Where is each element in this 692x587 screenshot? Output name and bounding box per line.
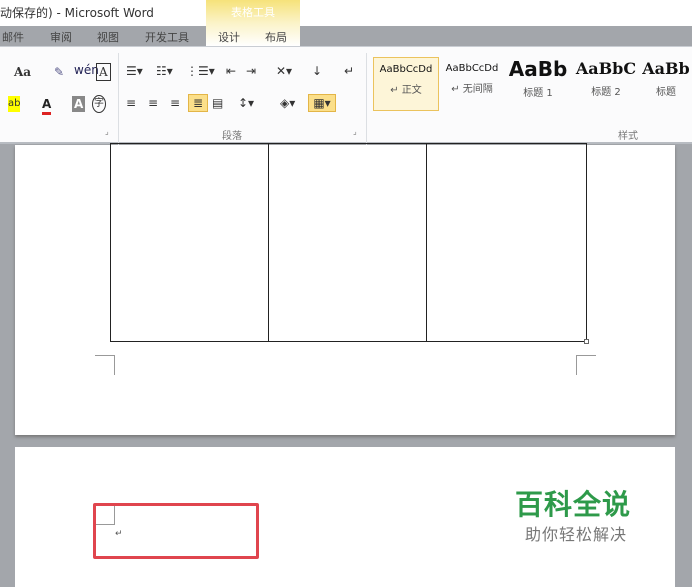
ribbon-tabs: 邮件 审阅 视图 开发工具 设计 布局 [0, 26, 692, 46]
highlight-button[interactable]: ab [8, 96, 21, 112]
justify-icon[interactable]: ≣ [188, 94, 208, 112]
enclose-characters-button[interactable]: 字 [92, 95, 106, 113]
window-title: 动保存的) - Microsoft Word [0, 6, 154, 20]
styles-group-label: 样式 [618, 131, 638, 142]
highlight-annotation-box [93, 503, 259, 559]
clear-format-icon[interactable]: ✎ [54, 64, 64, 80]
shading-icon[interactable]: ◈▾ [280, 95, 295, 111]
align-right-icon[interactable]: ≡ [170, 95, 180, 111]
center-icon[interactable]: ≡ [148, 95, 158, 111]
style-label: ↵ 无间隔 [451, 84, 493, 95]
table-cell[interactable] [110, 143, 269, 342]
tab-mailings[interactable]: 邮件 [2, 29, 24, 45]
style-title[interactable]: AaBb 标题 [640, 57, 692, 111]
ribbon: Aa ✎ wén A ab A A 字 ☰▾ ☷▾ ⋮☰▾ ⇤ ⇥ ✕▾ ↓ ↵… [0, 46, 692, 147]
borders-icon[interactable]: ▦▾ [308, 94, 336, 112]
title-bar: 动保存的) - Microsoft Word [0, 0, 692, 26]
document-page-2[interactable]: ↵ 百科全说 助你轻松解决 [15, 447, 675, 587]
numbering-icon[interactable]: ☷▾ [156, 63, 173, 79]
decrease-indent-icon[interactable]: ⇤ [226, 63, 236, 79]
show-marks-icon[interactable]: ↵ [344, 63, 354, 79]
divider [366, 53, 367, 147]
style-label: 标题 1 [523, 88, 553, 99]
style-label: 标题 2 [591, 87, 621, 98]
divider [118, 53, 119, 147]
style-label: 标题 [656, 87, 676, 98]
increase-indent-icon[interactable]: ⇥ [246, 63, 256, 79]
multilevel-list-icon[interactable]: ⋮☰▾ [186, 63, 215, 79]
distributed-icon[interactable]: ▤ [212, 95, 223, 111]
style-heading-2[interactable]: AaBbC 标题 2 [573, 57, 639, 111]
watermark-title: 百科全说 [515, 488, 632, 521]
chinese-layout-icon[interactable]: ✕▾ [276, 63, 292, 79]
paragraph-dialog-launcher-icon[interactable]: ⌟ [353, 127, 357, 136]
line-spacing-icon[interactable]: ↕▾ [238, 95, 254, 111]
margin-corner-mark [95, 355, 115, 375]
table-resize-handle[interactable] [584, 339, 589, 344]
style-heading-1[interactable]: AaBb 标题 1 [505, 57, 571, 111]
style-preview: AaBb [642, 59, 690, 78]
style-preview: AaBb [508, 57, 568, 81]
paragraph-group-label: 段落 [222, 131, 242, 142]
style-label: ↵ 正文 [390, 85, 422, 96]
table-tools-label: 表格工具 [231, 6, 275, 19]
style-preview: AaBbCcDd [445, 63, 499, 74]
tab-design[interactable]: 设计 [218, 29, 240, 45]
table-cell[interactable] [268, 143, 427, 342]
align-left-icon[interactable]: ≡ [126, 95, 136, 111]
bullets-icon[interactable]: ☰▾ [126, 63, 143, 79]
character-shading-button[interactable]: A [72, 96, 86, 112]
watermark-subtitle: 助你轻松解决 [525, 525, 628, 544]
table-cell[interactable] [426, 143, 587, 342]
character-border-button[interactable]: A [96, 63, 111, 81]
document-page-1[interactable] [15, 143, 675, 435]
tab-review[interactable]: 审阅 [50, 29, 72, 45]
tab-layout[interactable]: 布局 [265, 29, 287, 45]
tab-developer[interactable]: 开发工具 [145, 29, 189, 45]
font-color-button[interactable]: A [42, 96, 52, 115]
style-preview: AaBbC [575, 59, 637, 78]
tab-view[interactable]: 视图 [97, 29, 119, 45]
style-preview: AaBbCcDd [379, 64, 433, 75]
margin-corner-mark [576, 355, 596, 375]
change-case-button[interactable]: Aa [14, 64, 31, 80]
sort-icon[interactable]: ↓ [312, 63, 322, 79]
style-normal[interactable]: AaBbCcDd ↵ 正文 [373, 57, 439, 111]
style-no-spacing[interactable]: AaBbCcDd ↵ 无间隔 [439, 57, 505, 111]
font-dialog-launcher-icon[interactable]: ⌟ [105, 127, 109, 136]
